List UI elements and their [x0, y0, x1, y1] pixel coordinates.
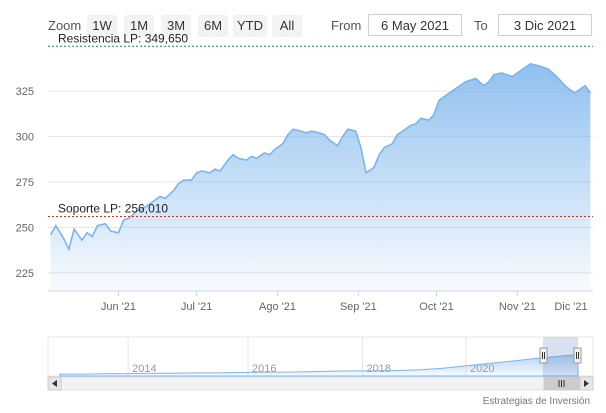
x-tick-label: Ago '21	[259, 301, 296, 313]
scrollbar[interactable]	[47, 376, 594, 391]
y-tick-label: 275	[16, 177, 34, 189]
x-tick-label: Oct '21	[419, 301, 454, 313]
scrollbar-track[interactable]	[47, 376, 594, 391]
price-area	[50, 63, 591, 291]
resistance-label: Resistencia LP: 349,650	[58, 31, 188, 45]
y-tick-label: 225	[16, 268, 34, 280]
x-axis-ticks: Jun '21 Jul '21 Ago '21 Sep '21 Oct '21 Nov '…	[101, 291, 588, 313]
y-tick-label: 300	[16, 132, 34, 144]
credits-text: Estrategias de Inversión	[482, 396, 590, 407]
x-tick-label: Sep '21	[340, 301, 377, 313]
y-axis-ticks: 225 250 275 300 325	[16, 86, 34, 280]
y-tick-label: 325	[16, 86, 34, 98]
navigator-selection[interactable]	[543, 337, 578, 376]
x-tick-label: Jul '21	[181, 301, 212, 313]
navigator-right-handle[interactable]	[573, 347, 582, 364]
y-tick-label: 250	[16, 222, 34, 234]
navigator[interactable]: 2014201620182020	[47, 336, 594, 377]
navigator-left-handle[interactable]	[539, 347, 548, 364]
x-tick-label: Dic '21	[554, 301, 587, 313]
x-tick-label: Jun '21	[101, 301, 136, 313]
x-tick-label: Nov '21	[499, 301, 536, 313]
price-chart: 225250275300325 Resistencia LP: 349,650 …	[16, 31, 594, 391]
support-label: Soporte LP: 256,010	[58, 201, 168, 215]
